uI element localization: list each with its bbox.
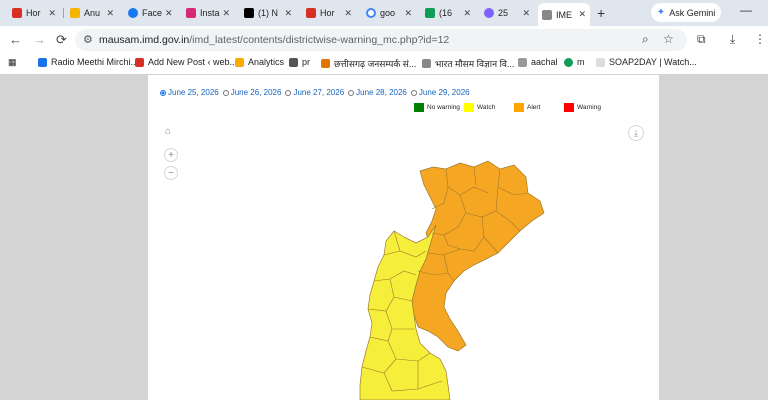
instagram-icon xyxy=(186,8,196,18)
tab-7[interactable]: goo ✕ xyxy=(362,3,416,23)
bookmark-star-icon[interactable]: ☆ xyxy=(663,32,674,46)
close-icon[interactable]: ✕ xyxy=(162,8,173,19)
analytics-icon xyxy=(235,57,244,67)
reload-button[interactable]: ⟳ xyxy=(56,32,67,48)
tab-active[interactable]: IME ✕ xyxy=(538,3,590,26)
bookmark-label: Analytics xyxy=(248,57,285,67)
tab-label: Insta xyxy=(200,8,220,18)
close-icon[interactable]: ✕ xyxy=(220,8,231,19)
tab-strip: Hor ✕ Anu ✕ Face ✕ Insta ✕ (1) N ✕ Hor ✕… xyxy=(0,0,768,26)
tab-label: goo xyxy=(380,8,396,18)
x-logo-icon xyxy=(244,8,254,18)
bookmark-label: aachal xyxy=(531,57,558,67)
close-icon[interactable]: ✕ xyxy=(45,8,56,19)
tab-label: 25 xyxy=(498,8,509,18)
tab-favicon-icon xyxy=(70,8,80,18)
close-icon[interactable]: ✕ xyxy=(103,8,114,19)
tab-divider xyxy=(63,8,64,18)
google-icon xyxy=(366,8,376,18)
page-content: June 25, 2026 June 26, 2026 June 27, 202… xyxy=(148,75,659,400)
bookmark-label: Radio Meethi Mirchi... xyxy=(51,57,139,67)
close-icon[interactable]: ✕ xyxy=(281,8,292,19)
close-icon[interactable]: ✕ xyxy=(341,8,352,19)
bookmark-favicon-icon xyxy=(135,57,144,67)
sparkle-icon xyxy=(484,8,494,18)
tab-favicon-icon xyxy=(306,8,316,18)
tab-6[interactable]: Hor ✕ xyxy=(302,3,356,23)
bookmark-item[interactable]: Analytics xyxy=(235,57,284,67)
bookmark-favicon-icon xyxy=(596,57,605,67)
bookmark-label: SOAP2DAY | Watch... xyxy=(609,57,697,67)
tab-favicon-icon xyxy=(425,8,435,18)
imd-emblem-icon xyxy=(422,59,431,68)
ask-gemini-button[interactable]: ✦ Ask Gemini xyxy=(651,3,721,22)
tab-favicon-icon xyxy=(12,8,22,18)
bookmark-item[interactable]: SOAP2DAY | Watch... xyxy=(596,57,697,67)
back-button[interactable]: ← xyxy=(9,32,22,48)
map-region-alert[interactable] xyxy=(411,160,545,352)
bookmark-favicon-icon xyxy=(518,57,527,67)
bookmark-item[interactable]: भारत मौसम विज्ञान वि... xyxy=(422,57,514,70)
tab-4[interactable]: Insta ✕ xyxy=(182,3,234,23)
tab-8[interactable]: (16 ✕ xyxy=(421,3,475,23)
gemini-sparkle-icon: ✦ xyxy=(656,7,666,18)
bookmark-item[interactable]: छत्तीसगढ़ जनसम्पर्क सं... xyxy=(321,57,416,70)
tab-5[interactable]: (1) N ✕ xyxy=(240,3,296,23)
tab-3[interactable]: Face ✕ xyxy=(124,3,176,23)
bookmark-item[interactable]: aachal xyxy=(518,57,558,67)
pin-icon xyxy=(289,57,298,67)
menu-icon[interactable]: ⋮ xyxy=(754,32,766,46)
tab-label: Hor xyxy=(26,8,41,18)
close-icon[interactable]: ✕ xyxy=(401,8,412,19)
close-icon[interactable]: ✕ xyxy=(575,9,586,20)
bookmark-favicon-icon xyxy=(321,59,330,68)
bookmark-label: छत्तीसगढ़ जनसम्पर्क सं... xyxy=(334,59,417,69)
facebook-icon xyxy=(128,8,138,18)
play-icon xyxy=(38,57,47,67)
bookmark-label: pr xyxy=(302,57,311,67)
browser-toolbar: ← → ⟳ ⚙ mausam.imd.gov.in/imd_latest/con… xyxy=(0,26,768,54)
tab-label: Anu xyxy=(84,8,101,18)
url-path: /imd_latest/contents/districtwise-warnin… xyxy=(189,34,450,46)
close-icon[interactable]: ✕ xyxy=(519,8,530,19)
forward-button[interactable]: → xyxy=(33,32,46,48)
tab-9[interactable]: 25 ✕ xyxy=(480,3,534,23)
site-info-icon[interactable]: ⚙ xyxy=(83,33,93,46)
apps-icon[interactable]: ▦ xyxy=(8,57,17,68)
bookmark-item[interactable]: Radio Meethi Mirchi... xyxy=(38,57,138,67)
tab-1[interactable]: Hor ✕ xyxy=(8,3,60,23)
imd-emblem-icon xyxy=(542,9,552,20)
tab-label: Face xyxy=(142,8,163,18)
bookmark-item[interactable]: pr xyxy=(289,57,310,67)
district-warning-map[interactable] xyxy=(148,75,659,400)
tab-2[interactable]: Anu ✕ xyxy=(66,3,118,23)
url-text: mausam.imd.gov.in/imd_latest/contents/di… xyxy=(99,34,449,46)
new-tab-button[interactable]: + xyxy=(597,5,605,21)
address-bar[interactable]: ⚙ mausam.imd.gov.in/imd_latest/contents/… xyxy=(75,29,687,51)
close-icon[interactable]: ✕ xyxy=(460,8,471,19)
download-icon[interactable]: ⤓ xyxy=(730,32,735,47)
minimize-button[interactable]: — xyxy=(740,3,752,17)
extensions-icon[interactable]: ⧉ xyxy=(697,32,706,47)
bookmark-item[interactable]: m xyxy=(564,57,585,67)
bookmark-label: Add New Post ‹ web... xyxy=(148,57,238,67)
tab-label: (1) N xyxy=(258,8,278,18)
bookmark-favicon-icon xyxy=(564,57,573,67)
bookmarks-bar: ▦ Radio Meethi Mirchi... Add New Post ‹ … xyxy=(0,54,768,75)
bookmark-item[interactable]: Add New Post ‹ web... xyxy=(135,57,237,67)
tab-label: (16 xyxy=(439,8,453,18)
bookmark-label: m xyxy=(577,57,585,67)
bookmark-label: भारत मौसम विज्ञान वि... xyxy=(435,59,515,69)
tab-label: IME xyxy=(556,9,573,20)
tab-label: Hor xyxy=(320,8,335,18)
ask-gemini-label: Ask Gemini xyxy=(669,7,716,18)
zoom-icon[interactable]: ⌕ xyxy=(642,32,649,47)
url-host: mausam.imd.gov.in xyxy=(99,34,190,46)
